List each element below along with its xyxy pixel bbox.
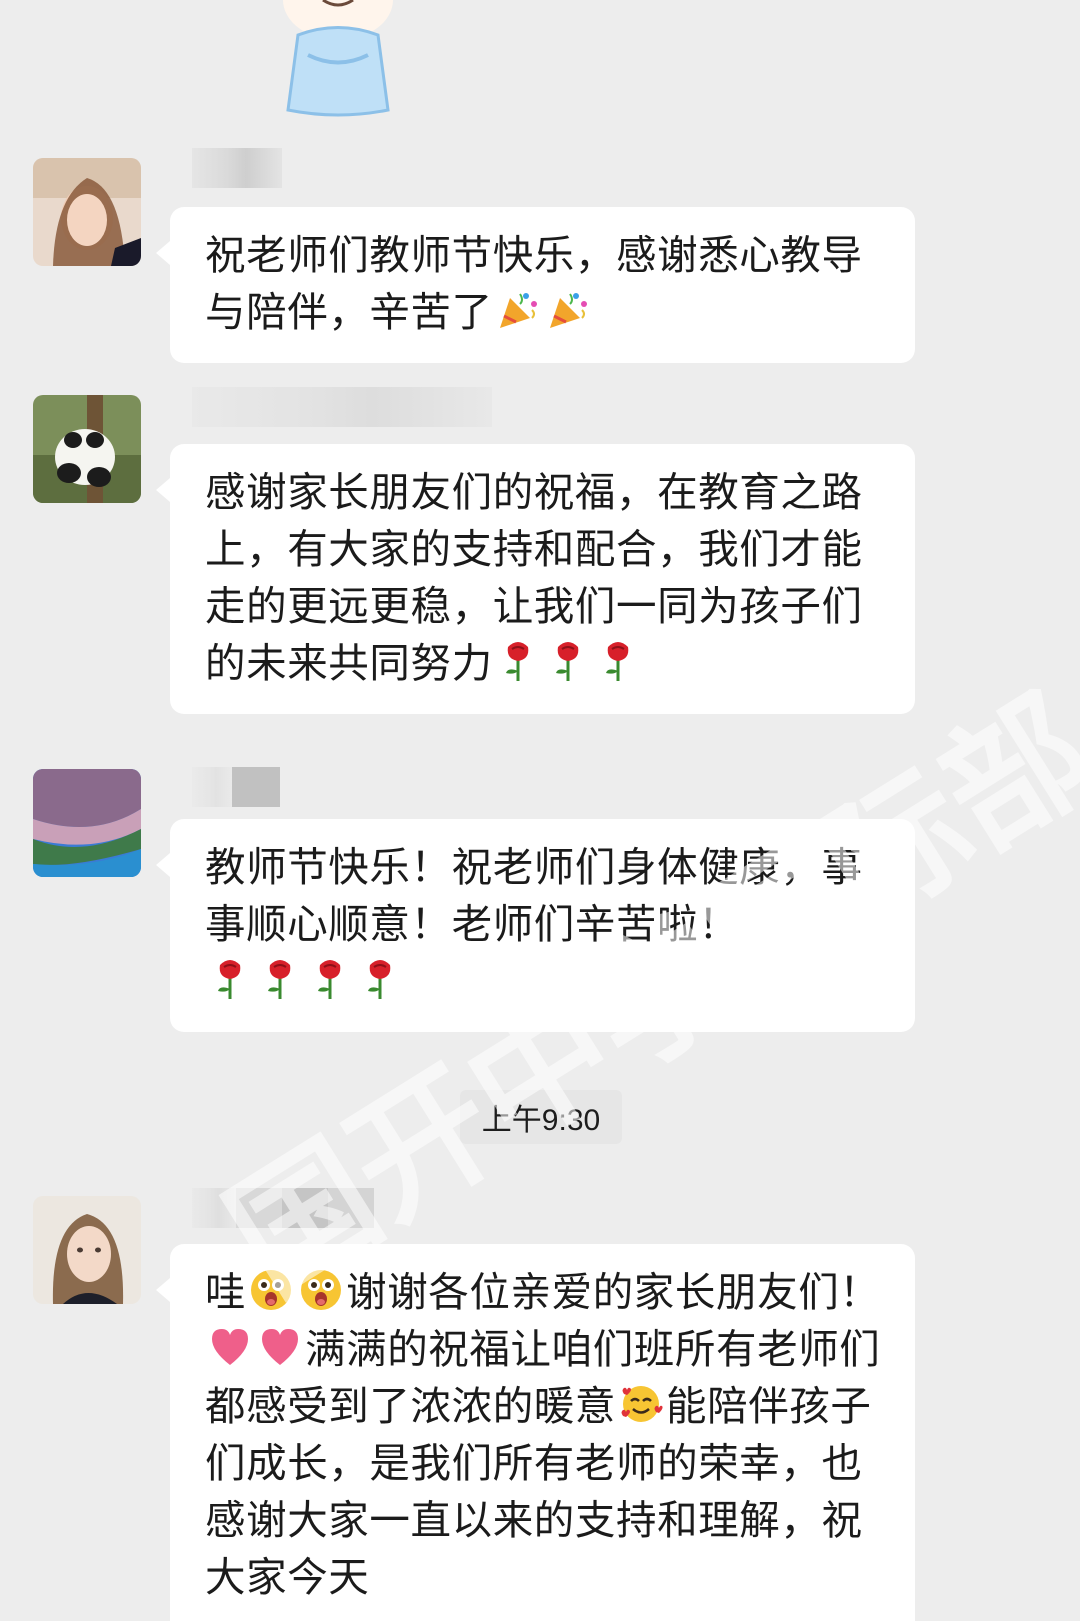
rose-icon: [208, 957, 252, 1001]
avatar[interactable]: [33, 769, 141, 877]
sender-name-redacted: [192, 1188, 374, 1228]
party-popper-icon: [546, 288, 590, 332]
heart-icon: [208, 1325, 252, 1369]
rose-icon: [596, 639, 640, 683]
message-text: 谢谢各位亲爱的家长朋友们！: [346, 1268, 881, 1316]
rose-icon: [546, 639, 590, 683]
message-bubble[interactable]: 教师节快乐！祝老师们身体健康，事事顺心顺意！老师们辛苦啦！: [156, 819, 915, 1032]
rose-icon: [496, 639, 540, 683]
rose-icon: [258, 957, 302, 1001]
astonished-face-icon: [299, 1268, 343, 1312]
heart-icon: [258, 1325, 302, 1369]
chat-window: 祝老师们教师节快乐，感谢悉心教导与陪伴，辛苦了 感谢家长朋友们的祝福，在教育之路…: [0, 0, 1080, 1621]
rose-icon: [308, 957, 352, 1001]
message-bubble[interactable]: 感谢家长朋友们的祝福，在教育之路上，有大家的支持和配合，我们才能走的更远更稳，让…: [156, 444, 915, 714]
message-text: 哇: [205, 1268, 247, 1316]
avatar[interactable]: [33, 395, 141, 503]
sender-name-redacted: [192, 767, 280, 807]
rose-icon: [358, 957, 402, 1001]
message-bubble[interactable]: 哇谢谢各位亲爱的家长朋友们！满满的祝福让咱们班所有老师们都感受到了浓浓的暖意 能陪…: [156, 1244, 915, 1621]
astonished-face-icon: [249, 1268, 293, 1312]
avatar[interactable]: [33, 1196, 141, 1304]
avatar[interactable]: [33, 158, 141, 266]
party-popper-icon: [496, 288, 540, 332]
smiling-face-with-hearts-icon: [619, 1382, 663, 1426]
sender-name-redacted: [192, 148, 282, 188]
message-bubble[interactable]: 祝老师们教师节快乐，感谢悉心教导与陪伴，辛苦了: [156, 207, 915, 363]
sender-name-redacted: [192, 387, 492, 427]
sticker-image[interactable]: [268, 0, 408, 120]
message-text: 教师节快乐！祝老师们身体健康，事事顺心顺意！老师们辛苦啦！: [205, 843, 863, 948]
time-separator: 上午9:30: [460, 1090, 622, 1144]
